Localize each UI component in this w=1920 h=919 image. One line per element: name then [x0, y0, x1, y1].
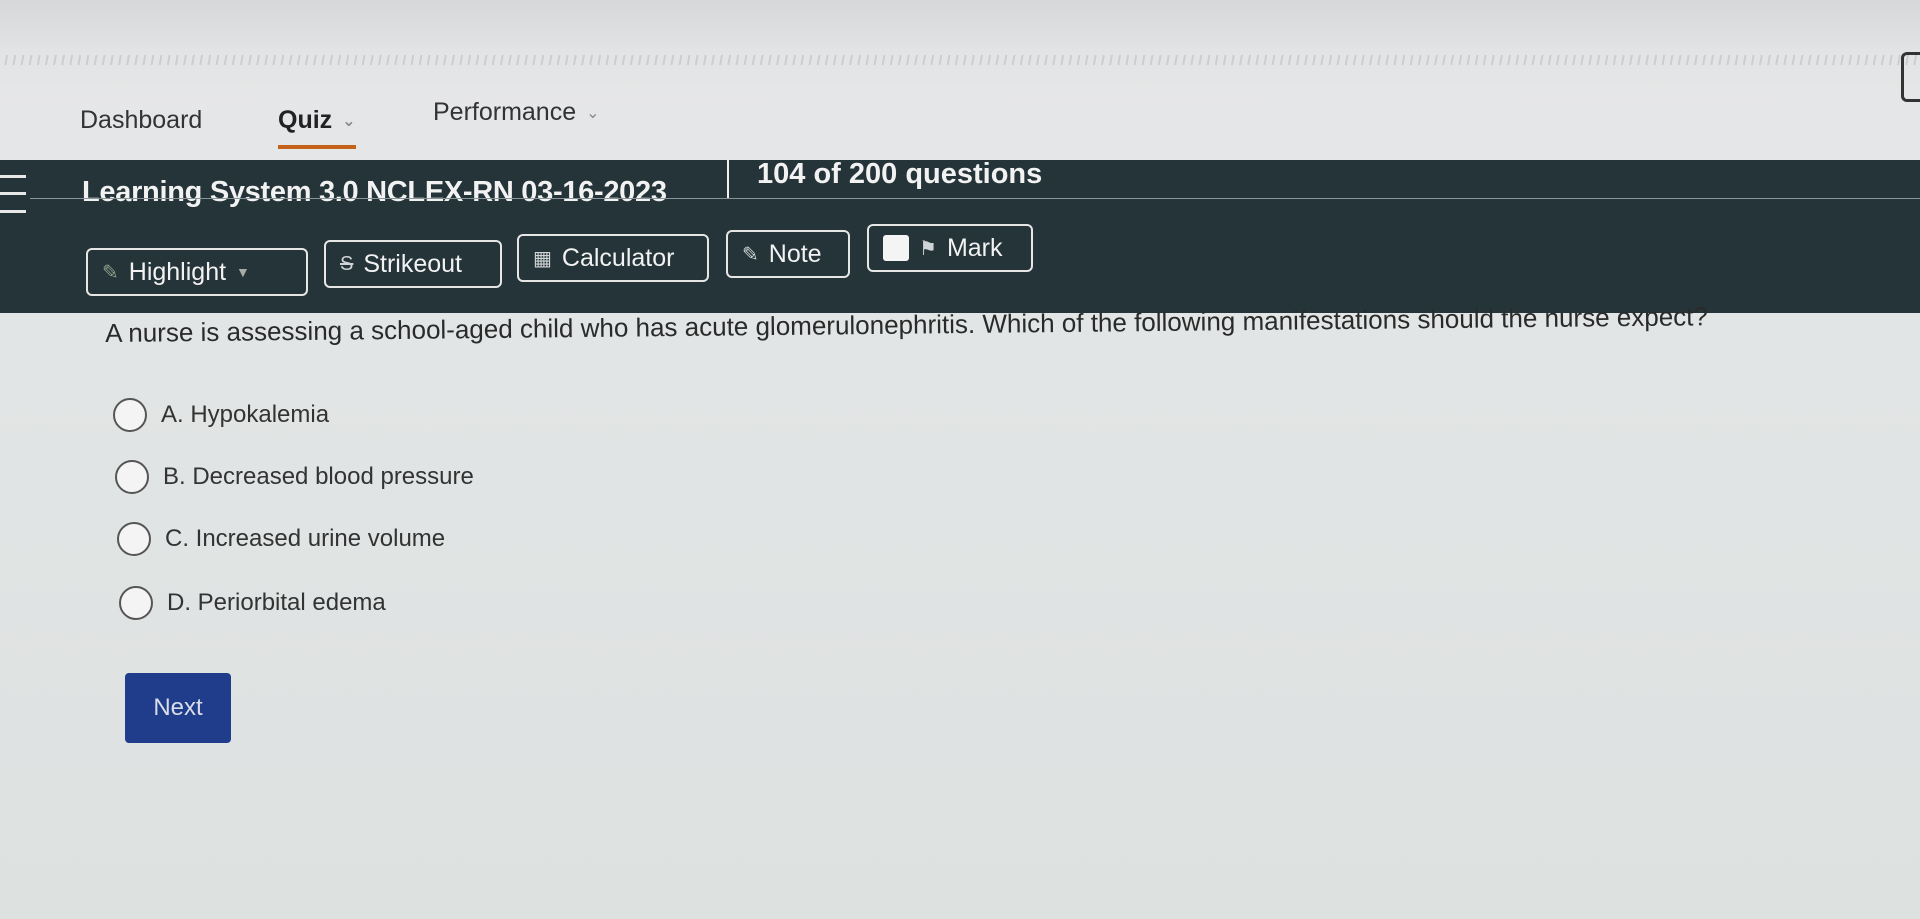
quiz-title: Learning System 3.0 NCLEX-RN 03-16-2023: [82, 176, 667, 208]
note-button[interactable]: ✎ Note: [726, 230, 850, 278]
answer-option-a[interactable]: A. Hypokalemia: [113, 398, 329, 432]
note-label: Note: [768, 239, 822, 268]
question-progress: 104 of 200 questions: [757, 158, 1043, 190]
answer-option-label: B. Decreased blood pressure: [163, 463, 474, 490]
menu-icon[interactable]: [0, 168, 30, 220]
mark-button[interactable]: ⚑ Mark: [867, 224, 1033, 272]
answer-option-c[interactable]: C. Increased urine volume: [117, 522, 445, 556]
main-nav: Dashboard Quiz ⌄ Performance ⌄: [0, 98, 800, 149]
nav-performance-label: Performance: [433, 98, 577, 126]
strikeout-button[interactable]: S Strikeout: [324, 240, 502, 288]
answer-option-d[interactable]: D. Periorbital edema: [119, 586, 386, 620]
radio-button[interactable]: [117, 522, 151, 556]
radio-button[interactable]: [113, 398, 147, 432]
highlight-label: Highlight: [128, 257, 227, 286]
answer-option-b[interactable]: B. Decreased blood pressure: [115, 460, 474, 494]
mark-label: Mark: [946, 233, 1003, 262]
strikeout-label: Strikeout: [363, 249, 463, 278]
calculator-button[interactable]: ▦ Calculator: [517, 234, 709, 282]
nav-dashboard[interactable]: Dashboard: [80, 106, 202, 135]
flag-icon: ⚑: [919, 237, 937, 260]
strikethrough-icon: S: [340, 252, 354, 275]
answer-option-label: D. Periorbital edema: [167, 589, 386, 616]
answer-option-label: A. Hypokalemia: [161, 401, 330, 428]
chevron-down-icon: ⌄: [342, 112, 356, 130]
chevron-down-icon: ⌄: [586, 104, 600, 122]
radio-button[interactable]: [119, 586, 153, 620]
mark-checkbox[interactable]: [883, 235, 909, 261]
nav-quiz[interactable]: Quiz ⌄: [278, 106, 356, 149]
header-separator: [30, 198, 1920, 199]
side-panel-handle[interactable]: [1901, 52, 1920, 102]
nav-quiz-label: Quiz: [278, 106, 333, 134]
nav-performance[interactable]: Performance ⌄: [433, 98, 600, 127]
highlighter-icon: ✎: [102, 261, 119, 284]
note-icon: ✎: [742, 243, 759, 266]
chevron-down-icon: ▼: [236, 264, 250, 280]
radio-button[interactable]: [115, 460, 149, 494]
decorative-dashed-line: [0, 55, 1920, 65]
answer-option-label: C. Increased urine volume: [165, 525, 446, 552]
next-button[interactable]: Next: [125, 673, 231, 743]
calculator-icon: ▦: [533, 247, 552, 270]
highlight-button[interactable]: ✎ Highlight ▼: [86, 248, 308, 296]
nav-dashboard-label: Dashboard: [80, 106, 203, 134]
header-divider: [727, 160, 729, 198]
calculator-label: Calculator: [561, 243, 675, 272]
